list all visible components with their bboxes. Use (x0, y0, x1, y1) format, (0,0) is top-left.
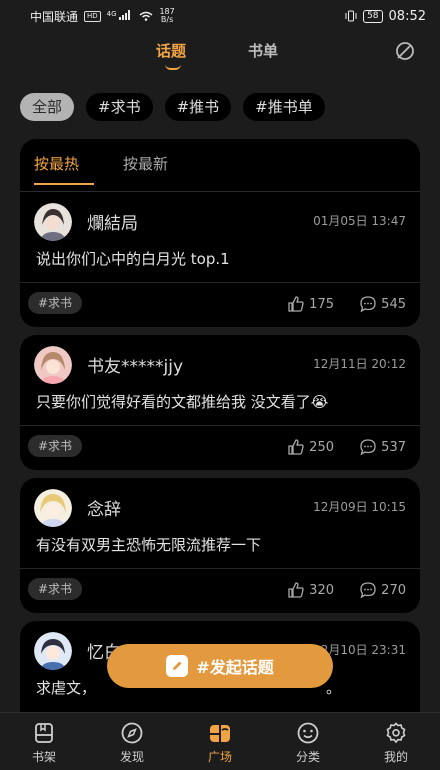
avatar[interactable] (34, 346, 72, 384)
comment-button[interactable]: 537 (359, 438, 406, 456)
vibrate-icon (345, 10, 357, 22)
post-text: 说出你们心中的白月光 top.1 (36, 250, 230, 268)
hd-badge: HD (84, 10, 101, 22)
start-topic-button[interactable]: #发起话题 (107, 644, 333, 688)
tab-topics[interactable]: 话题 (156, 40, 186, 61)
thumbs-up-icon (288, 296, 304, 312)
nav-label: 发现 (119, 750, 144, 764)
thumbs-up-icon (288, 582, 304, 598)
active-tab-indicator (165, 64, 181, 70)
nav-label: 书架 (31, 750, 56, 764)
compass-icon (121, 722, 143, 744)
post-time: 12月11日 20:12 (313, 357, 406, 371)
sort-bar: 按最热 按最新 (20, 139, 420, 191)
post-card[interactable]: 爛結局 01月05日 13:47 说出你们心中的白月光 top.1 #求书 17… (20, 191, 420, 327)
post-tag[interactable]: #求书 (28, 578, 83, 600)
net-speed: 187 B/s (159, 8, 174, 24)
post-time: 01月05日 13:47 (313, 214, 406, 228)
like-count: 320 (309, 582, 334, 598)
nav-label: 分类 (295, 750, 320, 764)
avatar[interactable] (34, 489, 72, 527)
avatar[interactable] (34, 203, 72, 241)
like-count: 250 (309, 439, 334, 455)
filter-chip-request[interactable]: #求书 (86, 93, 153, 121)
gear-icon (386, 722, 406, 744)
post-card[interactable]: 念辞 12月09日 10:15 有没有双男主恐怖无限流推荐一下 #求书 320 … (20, 478, 420, 613)
clock: 08:52 (388, 8, 426, 24)
comment-count: 545 (381, 296, 406, 312)
avatar[interactable] (34, 632, 72, 670)
search-icon[interactable] (394, 40, 418, 64)
post-tag[interactable]: #求书 (28, 292, 83, 314)
like-button[interactable]: 250 (287, 438, 334, 456)
filter-chip-recommend[interactable]: #推书 (164, 93, 232, 121)
sort-new-tab[interactable]: 按最新 (123, 153, 168, 174)
thumbs-up-icon (288, 439, 304, 455)
start-topic-label: #发起话题 (196, 658, 274, 677)
comment-count: 537 (381, 439, 406, 455)
status-bar: 中国联通 HD 4G 187 B/s 58 08:52 (0, 0, 440, 32)
post-tag[interactable]: #求书 (28, 435, 83, 457)
like-count: 175 (309, 296, 334, 312)
nav-category[interactable]: 分类 (264, 713, 352, 770)
post-text: 只要你们觉得好看的文都推给我 没文看了😭 (36, 393, 329, 411)
comment-icon (360, 296, 376, 313)
username[interactable]: 爛結局 (87, 209, 138, 234)
top-nav: 话题 书单 (0, 36, 440, 72)
like-button[interactable]: 175 (287, 295, 334, 313)
tab-booklists[interactable]: 书单 (248, 40, 278, 61)
comment-icon (360, 439, 376, 456)
wifi-icon (139, 11, 153, 21)
bottom-nav: 书架 发现 广场 分类 我的 (0, 712, 440, 770)
battery-icon: 58 (363, 9, 383, 23)
pencil-icon (166, 655, 189, 677)
post-card[interactable]: 书友*****jjy 12月11日 20:12 只要你们觉得好看的文都推给我 没… (20, 335, 420, 470)
bookshelf-icon (35, 723, 53, 743)
nav-square[interactable]: 广场 (176, 713, 264, 770)
net-speed-unit: B/s (160, 15, 174, 24)
nav-discover[interactable]: 发现 (88, 713, 176, 770)
post-time: 12月09日 10:15 (313, 500, 406, 514)
like-button[interactable]: 320 (287, 581, 334, 599)
nav-label: 我的 (383, 750, 408, 764)
sort-underline (34, 183, 94, 185)
comment-button[interactable]: 545 (359, 295, 406, 313)
signal-icon: 4G (106, 9, 134, 23)
filter-chips: 全部 #求书 #推书 #推书单 (20, 93, 325, 121)
smile-icon (297, 722, 319, 744)
filter-chip-booklist[interactable]: #推书单 (243, 93, 325, 121)
carrier-label: 中国联通 (30, 9, 79, 24)
sort-hot-tab[interactable]: 按最热 (34, 153, 79, 174)
comment-icon (360, 582, 376, 599)
comment-count: 270 (381, 582, 406, 598)
username[interactable]: 书友*****jjy (87, 352, 183, 377)
nav-profile[interactable]: 我的 (352, 713, 440, 770)
nav-label: 广场 (207, 750, 232, 764)
post-text-start: 求虐文， (36, 679, 97, 697)
filter-chip-all[interactable]: 全部 (20, 93, 75, 121)
network-label: 4G (106, 9, 117, 18)
username[interactable]: 念辞 (87, 495, 121, 520)
post-text: 有没有双男主恐怖无限流推荐一下 (36, 536, 262, 554)
square-icon (210, 725, 230, 742)
nav-bookshelf[interactable]: 书架 (0, 713, 88, 770)
post-text-end: 。 (326, 679, 342, 697)
comment-button[interactable]: 270 (359, 581, 406, 599)
